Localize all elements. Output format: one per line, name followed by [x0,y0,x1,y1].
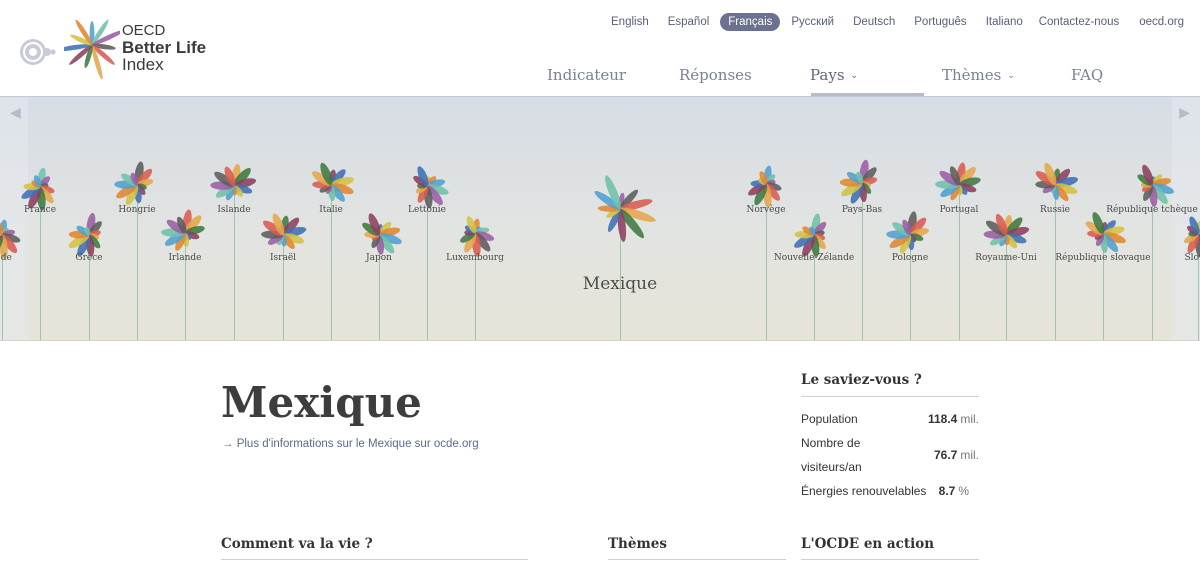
main-nav: Indicateur Réponses Pays ⌄ Thèmes ⌄ FAQ [522,56,1200,96]
country-flower-label[interactable]: Italie [319,205,343,215]
nav-pays[interactable]: Pays ⌄ [810,66,858,84]
country-flower-label[interactable]: Luxembourg [446,253,504,263]
country-flower-label[interactable]: Israël [270,253,296,263]
section-themes: Thèmes [608,536,786,560]
did-you-know-panel: Le saviez-vous ? Population 118.4 mil. No… [801,372,979,503]
page-title: Mexique [221,378,422,427]
arrow-right-icon: → [222,438,234,450]
fact-visitors: Nombre de visiteurs/an 76.7 mil. [801,436,979,474]
lang-francais[interactable]: Français [720,13,781,31]
logo-oecd: OECD [122,22,166,39]
country-flower-carousel: ◀ ▶ Mexique ...deFranceGrèceHongrieIrlan… [0,96,1200,341]
lang-portugues[interactable]: Português [914,16,966,28]
country-flower-icon[interactable] [739,157,793,211]
nav-themes[interactable]: Thèmes ⌄ [942,66,1015,84]
country-flower-label[interactable]: Japon [366,253,392,263]
carousel-right-arrow-icon[interactable]: ▶ [1179,105,1190,121]
fact-population: Population 118.4 mil. [801,412,979,426]
country-flower-icon[interactable] [158,206,212,260]
carousel-left-arrow-icon[interactable]: ◀ [10,105,21,121]
nav-reponses[interactable]: Réponses [679,66,752,84]
oecd-better-life-logo[interactable]: OECD Better Life Index [16,4,216,88]
chevron-down-icon: ⌄ [1007,71,1015,81]
lang-italiano[interactable]: Italiano [986,16,1023,28]
country-flower-label[interactable]: Grèce [75,253,102,263]
contact-link[interactable]: Contactez-nous [1039,16,1120,28]
country-flower-icon[interactable] [835,156,889,210]
country-flower-label[interactable]: Lettonie [408,205,446,215]
lang-deutsch[interactable]: Deutsch [853,16,895,28]
site-header: OECD Better Life Index English Español F… [0,0,1200,96]
nav-faq[interactable]: FAQ [1071,66,1103,84]
better-life-flower-icon [64,19,120,80]
oecd-globe-icon [20,39,56,65]
country-flower-label[interactable]: Nouvelle-Zélande [774,253,854,263]
country-flower-label[interactable]: Portugal [940,205,979,215]
featured-country-flower-icon[interactable] [575,164,665,254]
country-flower-label[interactable]: Islande [217,205,250,215]
country-flower-label[interactable]: Pologne [892,253,928,263]
oecd-org-link[interactable]: oecd.org [1139,16,1184,28]
did-you-know-title: Le saviez-vous ? [801,372,979,397]
country-flower-label[interactable]: Pays-Bas [842,205,882,215]
section-how-is-life: Comment va la vie ? [221,536,528,560]
country-flower-label[interactable]: Norvège [746,205,785,215]
country-flower-label[interactable]: Russie [1040,205,1070,215]
country-flower-label[interactable]: ...de [0,253,12,263]
lang-espanol[interactable]: Español [668,16,710,28]
lang-english[interactable]: English [611,16,649,28]
country-flower-icon[interactable] [448,206,502,260]
country-flower-icon[interactable] [304,158,358,212]
country-flower-icon[interactable] [1028,158,1082,212]
nav-indicateur[interactable]: Indicateur [547,66,626,84]
oecd-country-link[interactable]: → Plus d'informations sur le Mexique sur… [222,438,479,450]
country-content: Mexique → Plus d'informations sur le Mex… [0,340,1200,568]
country-flower-icon[interactable] [1125,158,1179,212]
language-switcher: English Español Français Русский Deutsch… [600,12,1042,32]
top-links: Contactez-nous oecd.org [1019,12,1184,32]
section-oecd-action: L'OCDE en action [801,536,979,560]
country-flower-label[interactable]: République slovaque [1055,253,1150,263]
fact-renewables: Énergies renouvelables 8.7% [801,484,969,498]
country-flower-label[interactable]: France [24,205,56,215]
lang-russian[interactable]: Русский [791,16,834,28]
country-flower-label[interactable]: Royaume-Uni [975,253,1037,263]
logo-index: Index [122,55,164,74]
chevron-down-icon: ⌄ [850,71,859,81]
country-flower-label[interactable]: Hongrie [118,205,155,215]
logo-better-life: Better Life [122,38,207,57]
country-flower-label[interactable]: Irlande [169,253,202,263]
country-flower-icon[interactable] [932,158,986,212]
country-flower-icon[interactable] [110,158,164,212]
country-flower-label[interactable]: Slov... [1184,253,1200,263]
